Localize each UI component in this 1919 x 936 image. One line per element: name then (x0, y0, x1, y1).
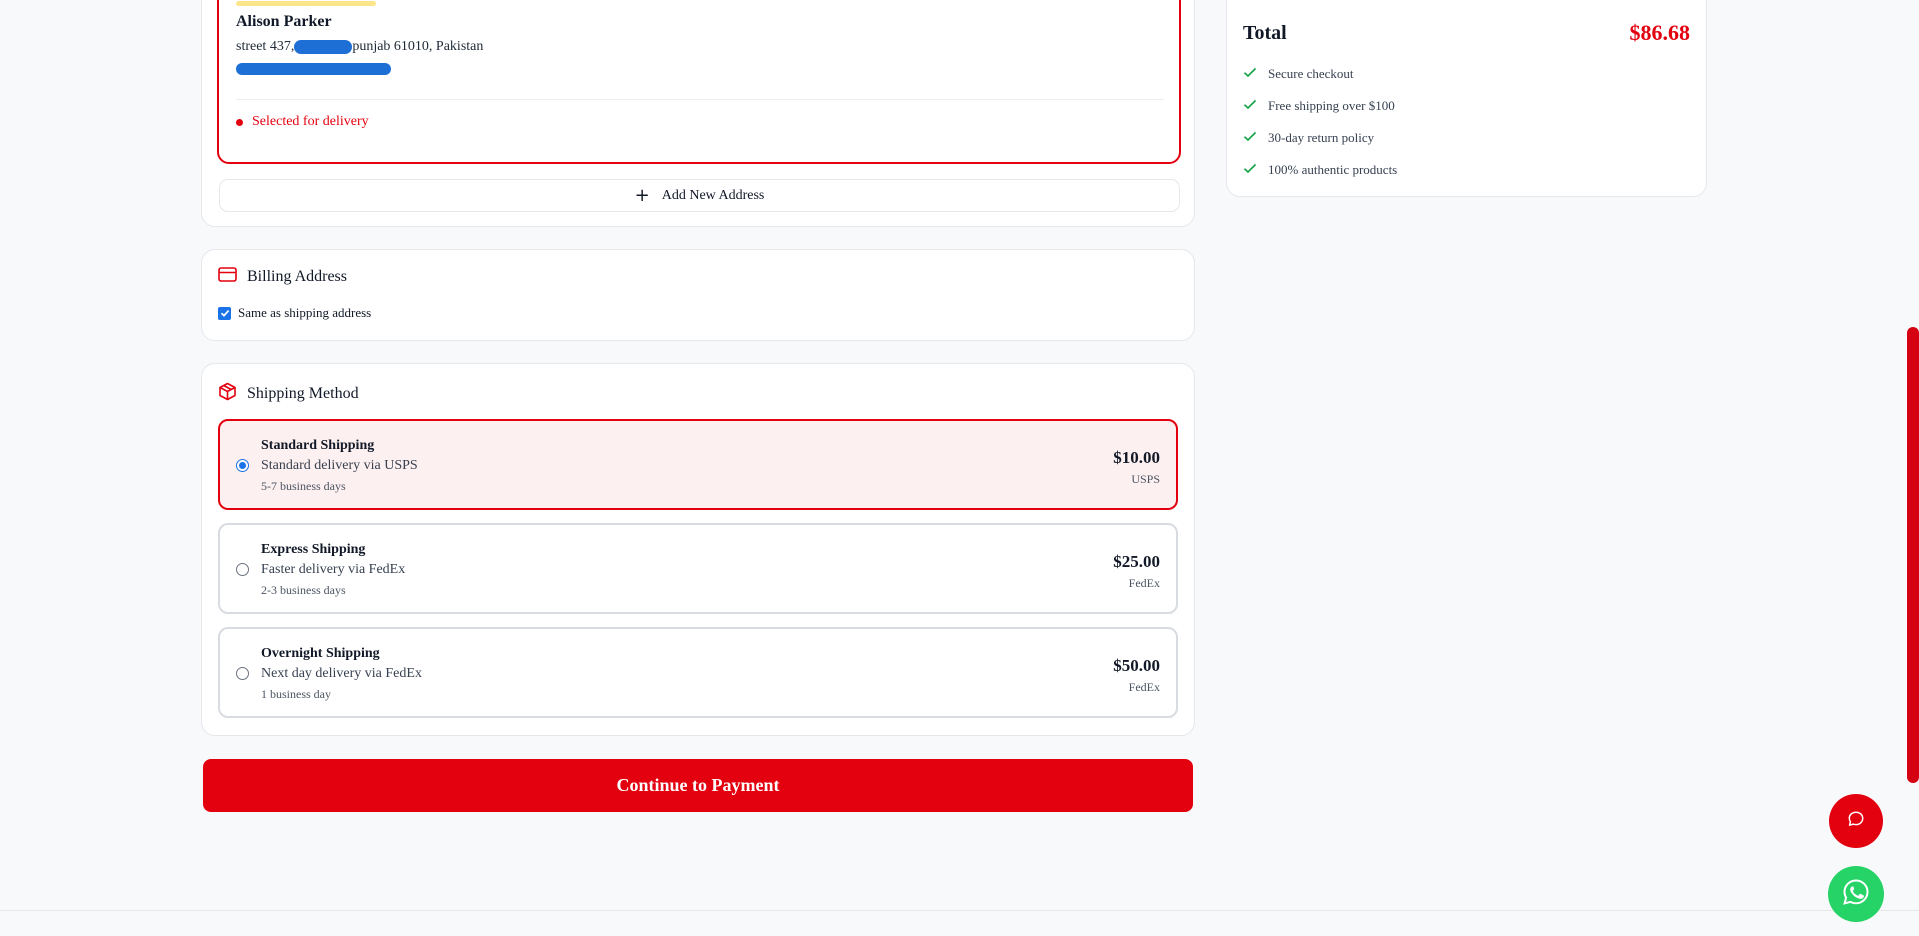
shipping-option-days: 2-3 business days (261, 583, 346, 597)
address-name: Alison Parker (236, 13, 332, 30)
shipping-option-carrier: FedEx (1128, 680, 1160, 694)
total-value: $86.68 (1629, 20, 1691, 45)
scrollbar-thumb[interactable] (1907, 327, 1919, 783)
selected-address-card[interactable]: Alison Parker street 437, punjab 61010, … (217, 0, 1181, 164)
shipping-option-price: $25.00 (1113, 552, 1160, 571)
shipping-option-title: Standard Shipping (261, 438, 375, 453)
chat-button[interactable] (1829, 794, 1883, 848)
billing-header: Billing Address (218, 267, 347, 287)
feature-item: Free shipping over $100 (1243, 98, 1395, 114)
same-as-shipping-row[interactable]: Same as shipping address (218, 305, 371, 321)
shipping-option-title: Express Shipping (261, 542, 366, 557)
feature-item: 100% authentic products (1243, 162, 1397, 178)
address-street-prefix: street 437, (236, 39, 295, 54)
selected-status: Selected for delivery (236, 114, 369, 130)
chat-bubble-icon (1847, 810, 1865, 833)
shipping-option-standard[interactable]: Standard Shipping Standard delivery via … (218, 419, 1178, 510)
address-phone (236, 63, 391, 75)
redaction-mark (294, 40, 353, 54)
address-label-tag (236, 1, 376, 6)
check-icon (1243, 130, 1257, 146)
footer-divider (0, 910, 1919, 911)
shipping-option-express[interactable]: Express Shipping Faster delivery via Fed… (218, 523, 1178, 614)
feature-text: 30-day return policy (1268, 130, 1375, 145)
feature-item: Secure checkout (1243, 66, 1354, 82)
shipping-method-title: Shipping Method (247, 385, 359, 402)
shipping-option-carrier: FedEx (1128, 576, 1160, 590)
selected-status-text: Selected for delivery (252, 114, 369, 129)
feature-text: Secure checkout (1268, 66, 1354, 81)
package-icon (218, 382, 237, 406)
shipping-method-header: Shipping Method (218, 382, 359, 406)
add-new-address-button[interactable]: + Add New Address (219, 179, 1180, 212)
divider (236, 99, 1164, 100)
whatsapp-button[interactable] (1828, 866, 1884, 922)
whatsapp-icon (1841, 877, 1871, 912)
shipping-option-price: $10.00 (1113, 448, 1160, 467)
shipping-option-description: Next day delivery via FedEx (261, 666, 422, 681)
shipping-option-carrier: USPS (1131, 472, 1160, 486)
shipping-option-price: $50.00 (1113, 656, 1160, 675)
shipping-option-radio[interactable] (236, 667, 249, 680)
status-dot-icon (236, 118, 243, 126)
phone-redaction-mark (236, 63, 391, 75)
check-icon (1243, 66, 1257, 82)
feature-text: 100% authentic products (1268, 162, 1398, 177)
shipping-option-description: Standard delivery via USPS (261, 458, 418, 473)
shipping-option-days: 1 business day (261, 687, 331, 701)
check-icon (1243, 98, 1257, 114)
order-summary-card: Total $86.68 Secure checkout Free shippi… (1226, 0, 1707, 197)
billing-title: Billing Address (247, 268, 348, 285)
address-street: street 437, punjab 61010, Pakistan (236, 39, 483, 55)
shipping-method-card: Shipping Method Standard Shipping Standa… (201, 363, 1195, 736)
shipping-address-card: Alison Parker street 437, punjab 61010, … (201, 0, 1195, 227)
address-street-suffix: punjab 61010, Pakistan (352, 39, 484, 54)
feature-text: Free shipping over $100 (1268, 98, 1395, 113)
continue-to-payment-button[interactable]: Continue to Payment (203, 759, 1193, 812)
shipping-option-overnight[interactable]: Overnight Shipping Next day delivery via… (218, 627, 1178, 718)
add-new-address-label: Add New Address (661, 187, 765, 203)
shipping-option-title: Overnight Shipping (261, 646, 380, 661)
billing-address-card: Billing Address Same as shipping address (201, 249, 1195, 341)
credit-card-icon (218, 267, 237, 287)
plus-icon: + (634, 184, 650, 206)
shipping-option-radio[interactable] (236, 563, 249, 576)
same-as-shipping-label: Same as shipping address (238, 305, 372, 320)
same-as-shipping-checkbox[interactable] (218, 306, 231, 320)
shipping-option-radio[interactable] (236, 459, 249, 472)
total-label: Total (1243, 22, 1287, 44)
shipping-option-days: 5-7 business days (261, 479, 346, 493)
shipping-option-description: Faster delivery via FedEx (261, 562, 406, 577)
check-icon (1243, 162, 1257, 178)
feature-item: 30-day return policy (1243, 130, 1374, 146)
